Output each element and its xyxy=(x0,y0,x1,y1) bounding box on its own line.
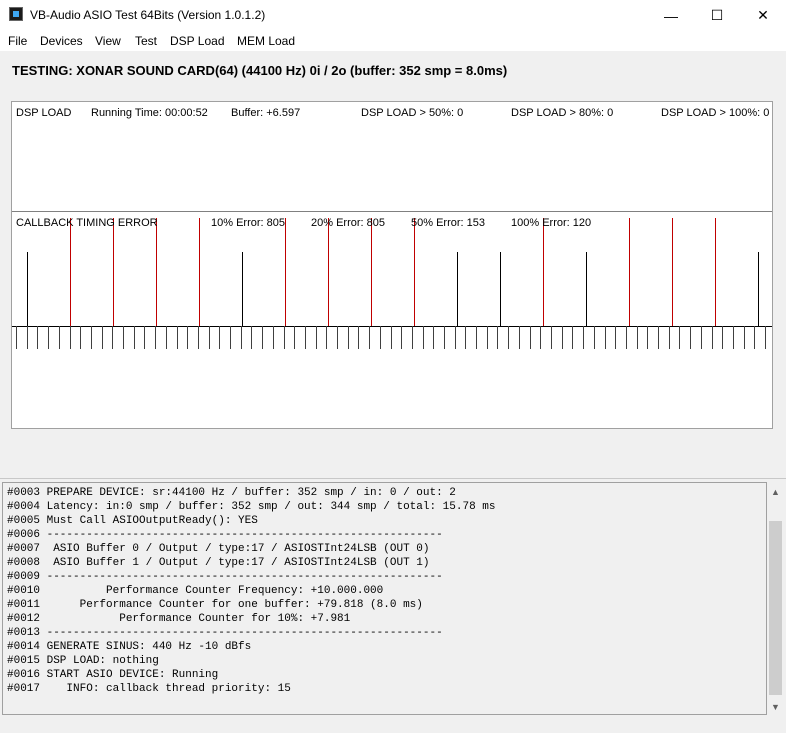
log-scrollbar[interactable]: ▲ ▼ xyxy=(767,483,784,715)
close-button[interactable]: ✕ xyxy=(740,0,786,31)
menu-view[interactable]: View xyxy=(95,34,121,48)
title-bar: VB-Audio ASIO Test 64Bits (Version 1.0.1… xyxy=(0,0,786,31)
error-50: 50% Error: 153 xyxy=(411,217,485,229)
menu-dsp-load[interactable]: DSP Load xyxy=(170,34,225,48)
status-strip xyxy=(0,715,786,733)
buffer-value: Buffer: +6.597 xyxy=(231,107,301,119)
callback-timing-title: CALLBACK TIMING ERROR xyxy=(16,217,158,229)
log-line: #0004 Latency: in:0 smp / buffer: 352 sm… xyxy=(7,501,496,513)
log-line: #0017 INFO: callback thread priority: 15 xyxy=(7,683,291,695)
menu-devices[interactable]: Devices xyxy=(40,34,83,48)
menu-mem-load[interactable]: MEM Load xyxy=(237,34,295,48)
log-line: #0012 Performance Counter for 10%: +7.98… xyxy=(7,613,351,625)
minimize-button[interactable]: — xyxy=(648,0,694,31)
log-line: #0008 ASIO Buffer 1 / Output / type:17 /… xyxy=(7,557,430,569)
scroll-down-icon[interactable]: ▼ xyxy=(767,698,784,715)
log-line: #0005 Must Call ASIOOutputReady(): YES xyxy=(7,515,258,527)
monitor-panel: DSP LOAD Running Time: 00:00:52 Buffer: … xyxy=(11,101,773,429)
log-line: #0009 ----------------------------------… xyxy=(7,571,443,583)
callback-timing-graph xyxy=(12,211,772,349)
log-line: #0016 START ASIO DEVICE: Running xyxy=(7,669,219,681)
log-line: #0013 ----------------------------------… xyxy=(7,627,443,639)
scroll-thumb[interactable] xyxy=(769,521,782,695)
dsp-over-80: DSP LOAD > 80%: 0 xyxy=(511,107,614,119)
running-time: Running Time: 00:00:52 xyxy=(91,107,208,119)
log-line: #0014 GENERATE SINUS: 440 Hz -10 dBfs xyxy=(7,641,252,653)
error-100: 100% Error: 120 xyxy=(511,217,592,229)
log-line: #0011 Performance Counter for one buffer… xyxy=(7,599,423,611)
app-icon xyxy=(9,7,23,21)
dsp-over-100: DSP LOAD > 100%: 0 xyxy=(661,107,770,119)
log-line: #0006 ----------------------------------… xyxy=(7,529,443,541)
window-title: VB-Audio ASIO Test 64Bits (Version 1.0.1… xyxy=(30,8,266,22)
error-10: 10% Error: 805 xyxy=(211,217,285,229)
menu-test[interactable]: Test xyxy=(135,34,157,48)
dsp-over-50: DSP LOAD > 50%: 0 xyxy=(361,107,464,119)
log-textbox[interactable]: #0003 PREPARE DEVICE: sr:44100 Hz / buff… xyxy=(2,482,767,715)
log-line: #0015 DSP LOAD: nothing xyxy=(7,655,159,667)
log-line: #0003 PREPARE DEVICE: sr:44100 Hz / buff… xyxy=(7,487,456,499)
dsp-load-title: DSP LOAD xyxy=(16,107,72,119)
scroll-up-icon[interactable]: ▲ xyxy=(767,483,784,500)
menu-file[interactable]: File xyxy=(8,34,27,48)
maximize-button[interactable]: ☐ xyxy=(694,0,740,31)
testing-header: TESTING: XONAR SOUND CARD(64) (44100 Hz)… xyxy=(12,63,508,78)
menu-bar: File Devices View Test DSP Load MEM Load xyxy=(0,31,786,51)
error-20: 20% Error: 805 xyxy=(311,217,385,229)
log-line: #0007 ASIO Buffer 0 / Output / type:17 /… xyxy=(7,543,430,555)
log-line: #0010 Performance Counter Frequency: +10… xyxy=(7,585,384,597)
